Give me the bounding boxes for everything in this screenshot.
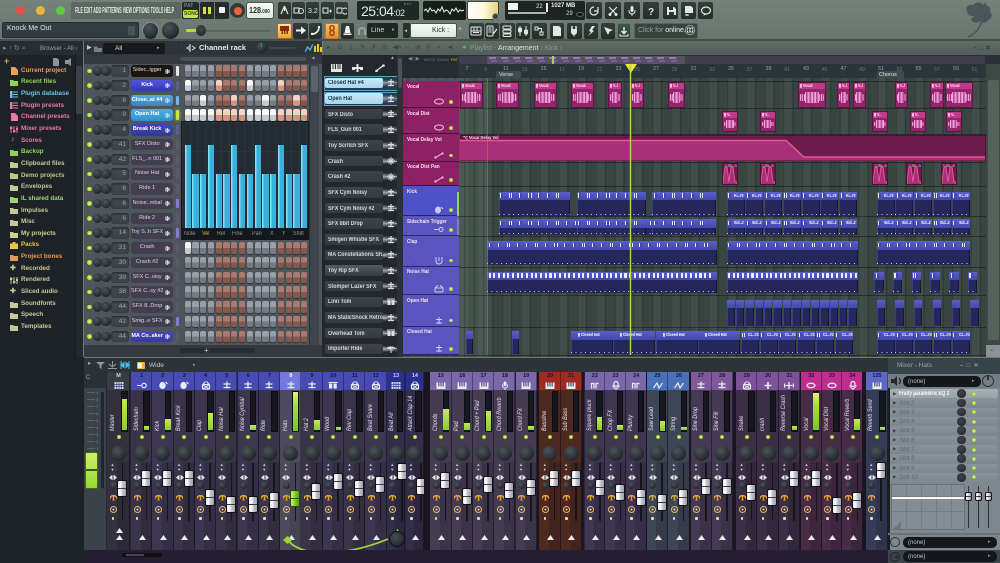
svg-text:?: ? — [648, 7, 654, 17]
svg-text:3.2: 3.2 — [308, 8, 318, 15]
